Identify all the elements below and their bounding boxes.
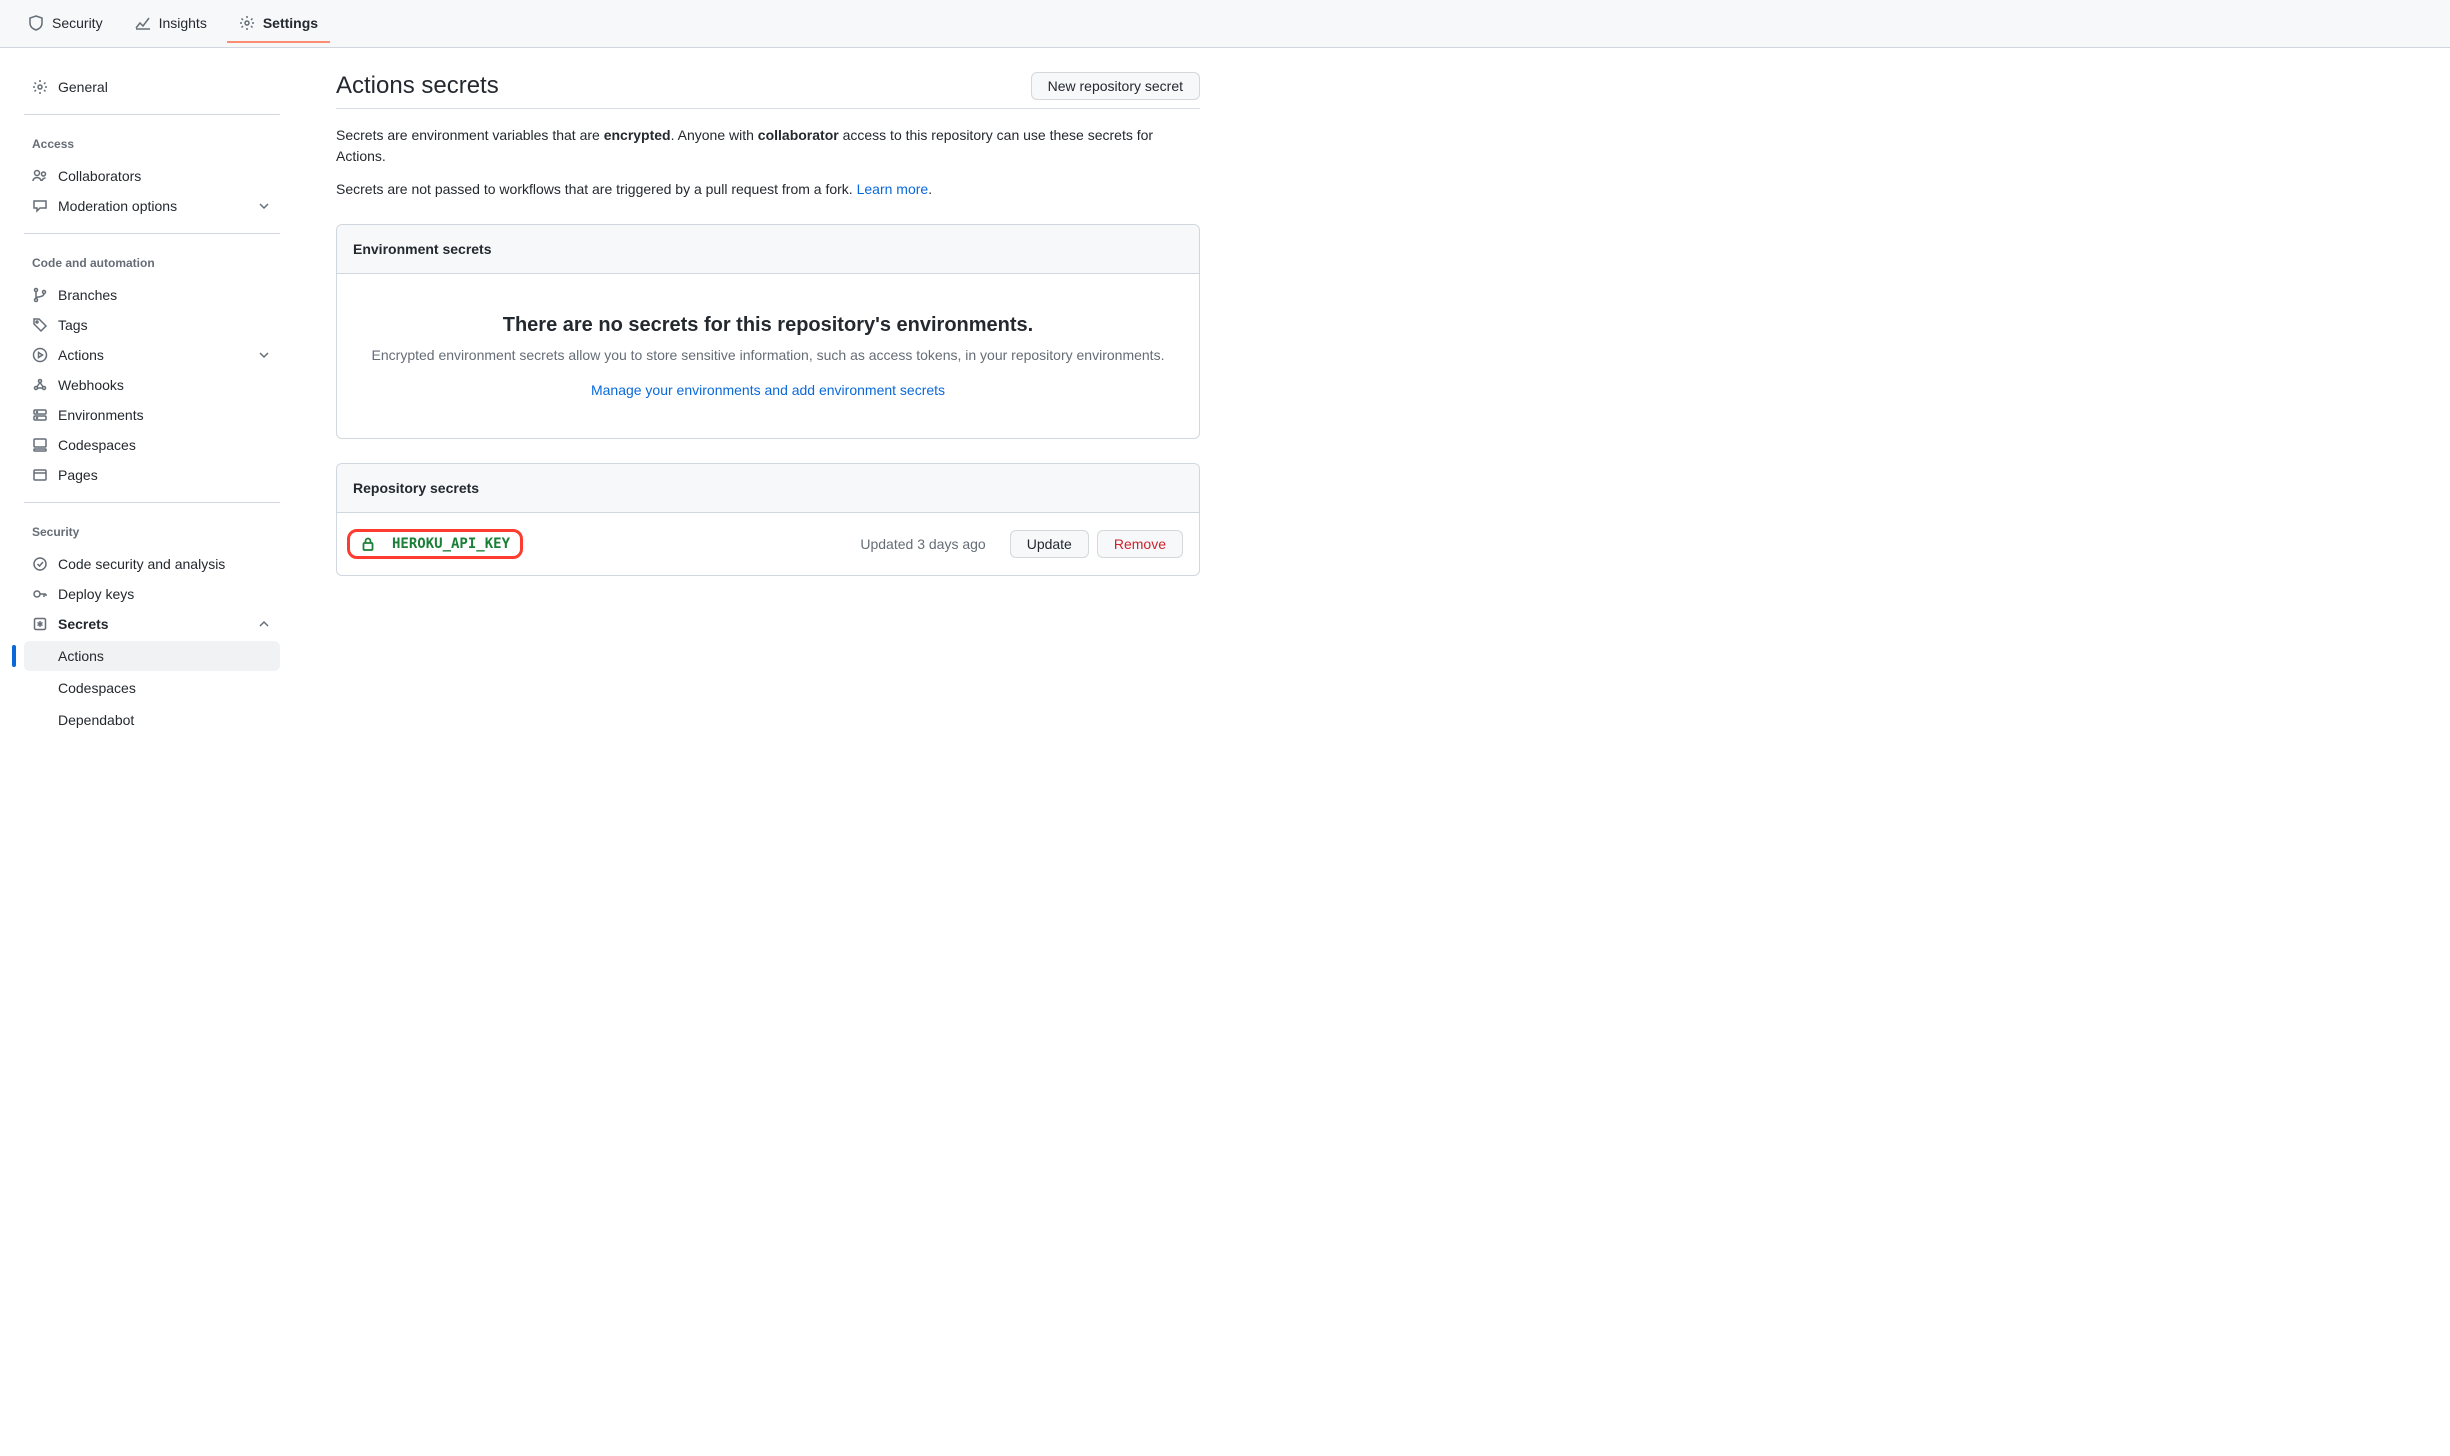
annotation-highlight: HEROKU_API_KEY (347, 529, 523, 559)
sidebar-subitem-label: Codespaces (58, 680, 136, 696)
sidebar-item-webhooks[interactable]: Webhooks (24, 370, 280, 400)
sidebar-item-label: Collaborators (58, 168, 141, 184)
lock-icon (360, 536, 376, 552)
update-secret-button[interactable]: Update (1010, 530, 1089, 558)
asterisk-icon (32, 616, 48, 632)
sidebar-item-label: Code security and analysis (58, 556, 225, 572)
tab-security[interactable]: Security (16, 5, 115, 43)
chevron-up-icon (256, 616, 272, 632)
environment-secrets-panel: Environment secrets There are no secrets… (336, 224, 1200, 439)
chevron-down-icon (256, 198, 272, 214)
sidebar-item-label: Moderation options (58, 198, 177, 214)
sidebar-item-collaborators[interactable]: Collaborators (24, 161, 280, 191)
play-circle-icon (32, 347, 48, 363)
sidebar-item-general[interactable]: General (24, 72, 280, 102)
tab-settings[interactable]: Settings (227, 5, 330, 43)
env-empty-title: There are no secrets for this repository… (369, 314, 1167, 337)
people-icon (32, 168, 48, 184)
sidebar-header-access: Access (24, 131, 280, 157)
repo-top-nav: Security Insights Settings (0, 0, 2450, 48)
browser-icon (32, 467, 48, 483)
learn-more-link[interactable]: Learn more (857, 181, 929, 197)
tab-security-label: Security (52, 15, 103, 31)
sidebar-item-label: Branches (58, 287, 117, 303)
webhook-icon (32, 377, 48, 393)
page-header: Actions secrets New repository secret (336, 72, 1200, 109)
manage-environments-link[interactable]: Manage your environments and add environ… (591, 382, 945, 398)
sidebar-item-moderation[interactable]: Moderation options (24, 191, 280, 221)
secret-row: HEROKU_API_KEY Updated 3 days ago Update… (337, 513, 1199, 575)
sidebar-item-pages[interactable]: Pages (24, 460, 280, 490)
comment-icon (32, 198, 48, 214)
tag-icon (32, 317, 48, 333)
repository-secrets-panel: Repository secrets HEROKU_API_KEY Update… (336, 463, 1200, 576)
sidebar-item-code-security[interactable]: Code security and analysis (24, 549, 280, 579)
server-icon (32, 407, 48, 423)
sidebar-item-codespaces[interactable]: Codespaces (24, 430, 280, 460)
chevron-down-icon (256, 347, 272, 363)
sidebar-item-environments[interactable]: Environments (24, 400, 280, 430)
sidebar-subitem-secrets-dependabot[interactable]: Dependabot (24, 705, 280, 735)
tab-insights-label: Insights (159, 15, 207, 31)
sidebar-item-label: Actions (58, 347, 104, 363)
gear-icon (32, 79, 48, 95)
codespaces-icon (32, 437, 48, 453)
tab-insights[interactable]: Insights (123, 5, 219, 43)
intro-paragraph-1: Secrets are environment variables that a… (336, 125, 1200, 167)
sidebar-item-deploy-keys[interactable]: Deploy keys (24, 579, 280, 609)
graph-icon (135, 15, 151, 31)
sidebar-item-label: Codespaces (58, 437, 136, 453)
new-repository-secret-button[interactable]: New repository secret (1031, 72, 1200, 100)
sidebar-header-code: Code and automation (24, 250, 280, 276)
secret-updated: Updated 3 days ago (860, 536, 985, 552)
environment-secrets-header: Environment secrets (337, 225, 1199, 274)
intro-paragraph-2: Secrets are not passed to workflows that… (336, 179, 1200, 200)
tab-settings-label: Settings (263, 15, 318, 31)
sidebar-item-label: Pages (58, 467, 98, 483)
sidebar-subitem-secrets-actions[interactable]: Actions (24, 641, 280, 671)
git-branch-icon (32, 287, 48, 303)
sidebar-item-label: Webhooks (58, 377, 124, 393)
env-empty-desc: Encrypted environment secrets allow you … (369, 345, 1167, 366)
page-title: Actions secrets (336, 72, 499, 100)
sidebar-item-branches[interactable]: Branches (24, 280, 280, 310)
gear-icon (239, 15, 255, 31)
sidebar-subitem-label: Actions (58, 648, 104, 664)
sidebar-item-secrets[interactable]: Secrets (24, 609, 280, 639)
sidebar-subitem-secrets-codespaces[interactable]: Codespaces (24, 673, 280, 703)
repository-secrets-header: Repository secrets (337, 464, 1199, 513)
sidebar-item-label: Tags (58, 317, 88, 333)
sidebar-subitem-label: Dependabot (58, 712, 134, 728)
sidebar-item-label: Deploy keys (58, 586, 134, 602)
shield-check-icon (32, 556, 48, 572)
sidebar-item-label: General (58, 79, 108, 95)
shield-icon (28, 15, 44, 31)
remove-secret-button[interactable]: Remove (1097, 530, 1183, 558)
environment-secrets-body: There are no secrets for this repository… (337, 274, 1199, 438)
sidebar-item-label: Secrets (58, 616, 109, 632)
sidebar-item-actions[interactable]: Actions (24, 340, 280, 370)
key-icon (32, 586, 48, 602)
sidebar-item-label: Environments (58, 407, 144, 423)
settings-sidebar: General Access Collaborators Moderation … (0, 72, 296, 765)
sidebar-item-tags[interactable]: Tags (24, 310, 280, 340)
secret-actions: Update Remove (1010, 530, 1183, 558)
secret-name: HEROKU_API_KEY (392, 536, 510, 552)
main-content: Actions secrets New repository secret Se… (296, 72, 1240, 765)
sidebar-header-security: Security (24, 519, 280, 545)
